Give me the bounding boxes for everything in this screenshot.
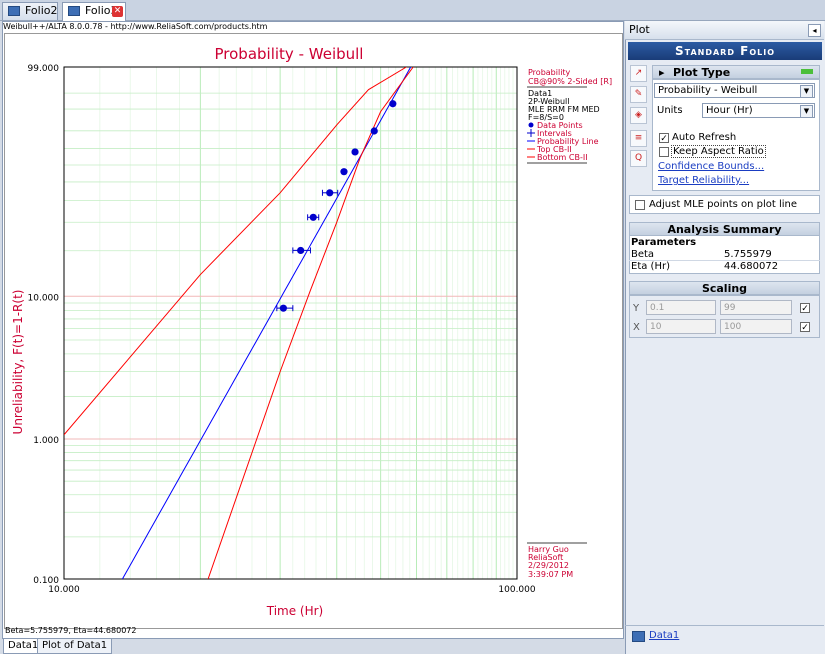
- group-status-icon: [801, 69, 813, 74]
- signature-line: 3:39:07 PM: [528, 570, 573, 579]
- adjust-mle-label: Adjust MLE points on plot line: [649, 199, 798, 210]
- scaling-x-label: X: [633, 322, 640, 333]
- bounds-icon[interactable]: ◈: [630, 107, 647, 124]
- chart-options-icon[interactable]: ≡: [630, 130, 647, 147]
- probability-line: [121, 67, 412, 579]
- plot-type-select[interactable]: Probability - Weibull ▼: [654, 83, 815, 98]
- y-tick-label: 10.000: [28, 293, 60, 303]
- collapse-arrow-icon[interactable]: ◂: [808, 24, 821, 37]
- grid-lines: [64, 67, 517, 579]
- folio-icon: [8, 6, 20, 16]
- tab-folio2[interactable]: Folio2: [2, 2, 58, 20]
- legend: Probability CB@90% 2-Sided [R] Data1 2P-…: [527, 68, 612, 164]
- data-point: [340, 168, 348, 176]
- tab-plot-of-data1[interactable]: Plot of Data1: [37, 639, 113, 654]
- scaling-x-max-input[interactable]: 100: [720, 319, 792, 334]
- keep-aspect-checkbox[interactable]: [659, 147, 669, 157]
- units-select[interactable]: Hour (Hr) ▼: [702, 103, 815, 118]
- units-label: Units: [657, 105, 683, 116]
- data-point: [370, 127, 378, 135]
- confidence-bounds-link[interactable]: Confidence Bounds...: [658, 161, 764, 172]
- data-sheet-icon: [632, 631, 645, 642]
- plot-frame: Probability - Weibull Time (Hr) Unreliab…: [4, 33, 623, 629]
- data-point: [309, 213, 317, 221]
- tab-folio3[interactable]: Folio3 ✕: [62, 2, 126, 21]
- scaling-x-checkbox[interactable]: ✓: [800, 322, 810, 333]
- legend-subtitle: CB@90% 2-Sided [R]: [528, 77, 612, 86]
- legend-entry: Bottom CB-II: [537, 153, 588, 162]
- x-tick-label: 10.000: [48, 585, 80, 595]
- close-tab-icon[interactable]: ✕: [112, 6, 123, 17]
- sheet-header-url: Weibull++/ALTA 8.0.0.78 - http://www.Rel…: [3, 22, 268, 31]
- folio-icon: [68, 6, 80, 16]
- legend-title: Probability: [528, 68, 571, 77]
- x-tick-label: 100.000: [498, 585, 535, 595]
- plot-settings-icon[interactable]: ✎: [630, 86, 647, 103]
- probability-plot-icon[interactable]: ↗: [630, 65, 647, 82]
- panel-header: Plot ◂: [625, 21, 824, 40]
- plot-title: Probability - Weibull: [215, 45, 364, 63]
- auto-refresh-checkbox[interactable]: ✓: [659, 133, 669, 144]
- plot-area-border: [63, 66, 518, 580]
- param-value: 5.755979: [724, 249, 772, 260]
- y-axis-label: Unreliability, F(t)=1-R(t): [11, 290, 25, 435]
- adjust-mle-checkbox[interactable]: [635, 200, 645, 210]
- param-name: Eta (Hr): [631, 261, 670, 272]
- parameters-label: Parameters: [631, 237, 697, 248]
- y-tick-label: 1.000: [33, 436, 59, 446]
- param-value: 44.680072: [724, 261, 779, 272]
- status-text: Beta=5.755979, Eta=44.680072: [5, 626, 137, 635]
- keep-aspect-label: Keep Aspect Ratio: [671, 145, 766, 158]
- plot-series: [64, 67, 414, 579]
- signature-line: 2/29/2012: [528, 561, 569, 570]
- signature-block: Harry Guo ReliaSoft 2/29/2012 3:39:07 PM: [527, 542, 587, 579]
- chevron-down-icon: ▼: [800, 105, 813, 118]
- qcp-icon[interactable]: Q: [630, 150, 647, 167]
- analysis-summary-header: Analysis Summary: [629, 222, 820, 236]
- scaling-header[interactable]: Scaling: [629, 281, 820, 295]
- scaling-y-checkbox[interactable]: ✓: [800, 303, 810, 314]
- probability-plot[interactable]: Probability - Weibull Time (Hr) Unreliab…: [5, 34, 622, 628]
- scaling-y-label: Y: [633, 303, 640, 314]
- scaling-y-min-input[interactable]: 0.1: [646, 300, 716, 315]
- plot-type-header[interactable]: ▸ Plot Type: [652, 65, 820, 79]
- scaling-x-min-input[interactable]: 10: [646, 319, 716, 334]
- y-tick-label: 99.000: [28, 64, 60, 74]
- data1-link[interactable]: Data1: [649, 630, 679, 641]
- x-axis-label: Time (Hr): [266, 604, 324, 618]
- chevron-down-icon: ▼: [800, 85, 813, 98]
- data-point: [279, 304, 287, 312]
- target-reliability-link[interactable]: Target Reliability...: [658, 175, 749, 186]
- panel-footer-divider: [625, 625, 824, 626]
- panel-title: Plot: [629, 23, 650, 36]
- legend-marker-points: [528, 122, 534, 128]
- data-point: [297, 246, 305, 255]
- standard-folio-banner: Standard Folio: [628, 42, 822, 60]
- data-point: [351, 148, 359, 156]
- auto-refresh-label: Auto Refresh: [672, 132, 737, 143]
- data-point: [389, 100, 397, 108]
- scaling-y-max-input[interactable]: 99: [720, 300, 792, 315]
- tick-labels: 99.00010.0001.0000.10010.000 100.000: [28, 64, 536, 595]
- param-name: Beta: [631, 249, 655, 260]
- expand-icon: ▸: [659, 66, 665, 79]
- data-point: [326, 189, 334, 197]
- bottom-confidence-bound: [207, 67, 414, 579]
